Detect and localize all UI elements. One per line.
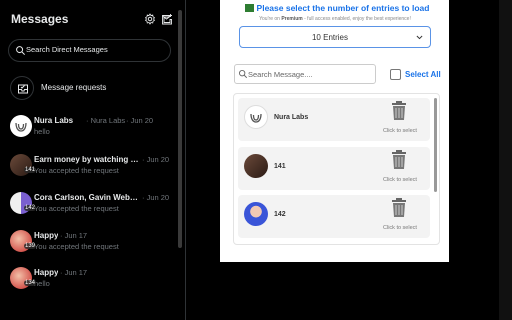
nura-labs-logo-icon — [15, 122, 27, 132]
avatar — [244, 105, 268, 129]
messages-panel: Messages Search Direct Messages Message … — [0, 0, 184, 320]
settings-gear-icon[interactable] — [144, 13, 156, 25]
card-hint: Click to select — [383, 225, 417, 231]
screen: Messages Search Direct Messages Message … — [0, 0, 512, 320]
conversation-item[interactable]: Happy · Jun 17 You accepted the request … — [10, 230, 175, 266]
select-all-label: Select All — [405, 70, 441, 79]
popup-subtitle: You're on Premium - full access enabled,… — [220, 16, 450, 22]
search-message-placeholder: Search Message.... — [248, 70, 313, 79]
conversation-badge: 142 — [24, 205, 37, 211]
trash-icon[interactable] — [391, 150, 407, 170]
card-name: 141 — [274, 163, 286, 170]
conversation-date: · Jun 20 — [126, 116, 154, 125]
trash-icon[interactable] — [391, 198, 407, 218]
entries-dropdown-value: 10 Entries — [311, 33, 349, 42]
conversation-name: Nura Labs — [34, 116, 74, 125]
message-card[interactable]: Nura Labs Click to select — [238, 98, 430, 141]
conversation-preview: You accepted the request — [34, 242, 119, 251]
conversation-item[interactable]: Nura Labs · Nura Labs · Jun 20 hello — [10, 115, 175, 151]
message-list: Nura Labs Click to select 141 Click to s… — [233, 93, 440, 245]
message-requests-label: Message requests — [41, 83, 107, 92]
chart-emoji-icon — [244, 4, 254, 12]
search-icon — [239, 70, 248, 79]
chevron-down-icon — [416, 35, 423, 40]
conversation-name: Cora Carlson, Gavin Weber | B... — [34, 193, 139, 202]
conversation-item[interactable]: Happy · Jun 17 hello 134 — [10, 267, 175, 303]
conversation-name: Happy — [34, 268, 59, 277]
checkbox[interactable] — [390, 69, 401, 80]
mail-request-icon — [18, 84, 28, 94]
conversation-preview: hello — [34, 279, 50, 288]
conversation-name: Earn money by watching vide... — [34, 155, 139, 164]
conversation-preview: You accepted the request — [34, 166, 119, 175]
conversation-preview: hello — [34, 127, 50, 136]
new-message-icon[interactable] — [161, 13, 173, 25]
search-icon — [16, 46, 25, 55]
conversation-badge: 139 — [24, 243, 37, 249]
conversation-preview: You accepted the request — [34, 204, 119, 213]
conversation-date: · Jun 20 — [142, 155, 170, 164]
conversation-date: · Jun 17 — [60, 268, 88, 277]
card-name: Nura Labs — [274, 114, 309, 121]
avatar — [244, 202, 268, 226]
search-message-input[interactable]: Search Message.... — [234, 64, 376, 84]
conversation-badge: 141 — [24, 167, 37, 173]
message-requests-icon-wrap — [10, 76, 34, 100]
right-background — [449, 0, 512, 320]
message-card[interactable]: 142 Click to select — [238, 195, 430, 238]
avatar — [244, 154, 268, 178]
conversation-date: · Jun 17 — [60, 231, 88, 240]
right-edge-strip — [499, 0, 512, 320]
select-all-checkbox[interactable]: Select All — [390, 69, 441, 81]
message-card[interactable]: 141 Click to select — [238, 147, 430, 190]
trash-icon[interactable] — [391, 101, 407, 121]
popup-title: Please select the number of entries to l… — [227, 3, 447, 13]
popup-title-text: Please select the number of entries to l… — [256, 3, 430, 13]
list-scrollbar[interactable] — [434, 98, 437, 192]
avatar — [10, 115, 32, 137]
entries-dropdown[interactable]: 10 Entries — [239, 26, 431, 48]
card-hint: Click to select — [383, 177, 417, 183]
nura-labs-logo-icon — [250, 113, 262, 123]
subtitle-suffix: - full access enabled, enjoy the best ex… — [302, 16, 411, 22]
messages-scrollbar[interactable] — [178, 10, 182, 248]
panel-divider — [185, 0, 186, 320]
messages-title: Messages — [11, 12, 69, 26]
conversation-item[interactable]: Earn money by watching vide... · Jun 20 … — [10, 154, 175, 190]
conversation-handle: · Nura Labs — [86, 116, 126, 125]
card-name: 142 — [274, 211, 286, 218]
conversation-item[interactable]: Cora Carlson, Gavin Weber | B... · Jun 2… — [10, 192, 175, 228]
conversation-name: Happy — [34, 231, 59, 240]
card-hint: Click to select — [383, 128, 417, 134]
subtitle-plan: Premium — [281, 16, 303, 22]
search-direct-messages-input[interactable]: Search Direct Messages — [8, 39, 171, 62]
search-placeholder: Search Direct Messages — [26, 45, 108, 54]
entries-popup: Please select the number of entries to l… — [220, 0, 450, 262]
message-requests-link[interactable]: Message requests — [10, 76, 175, 100]
subtitle-prefix: You're on — [259, 16, 282, 22]
conversation-date: · Jun 20 — [142, 193, 170, 202]
conversation-badge: 134 — [24, 280, 37, 286]
